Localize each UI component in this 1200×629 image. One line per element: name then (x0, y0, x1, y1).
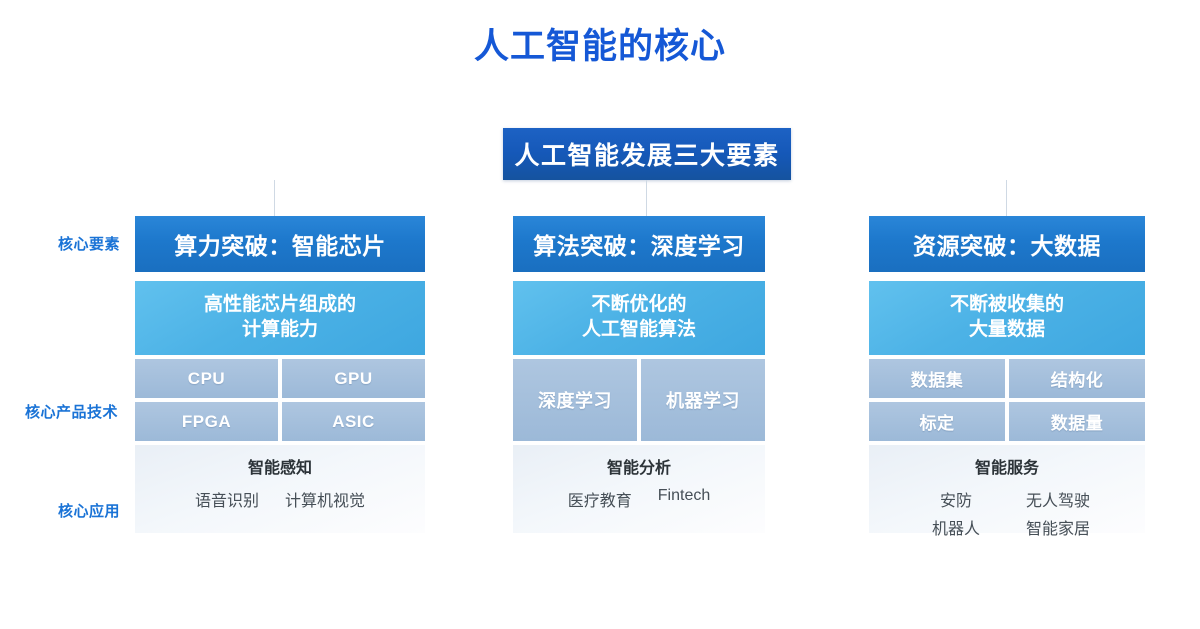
description-line: 高性能芯片组成的 (203, 294, 356, 316)
tech-chip[interactable]: FPGA (135, 402, 278, 441)
application-tag-list: 安防 无人驾驶 机器人 智能家居 (902, 487, 1112, 539)
tech-chip[interactable]: 深度学习 (513, 359, 637, 441)
application-tag-list: 语音识别 计算机视觉 (135, 487, 425, 511)
column-description: 不断优化的 人工智能算法 (513, 281, 765, 355)
application-tag: 安防 (939, 493, 972, 510)
description-line: 计算能力 (241, 319, 318, 340)
application-block: 智能感知 语音识别 计算机视觉 (135, 445, 425, 533)
application-title: 智能分析 (606, 460, 671, 477)
row-label-core-products: 核心产品技术 (24, 404, 118, 421)
application-tag: 医疗教育 (567, 493, 632, 510)
application-tag: 智能家居 (1025, 521, 1090, 538)
application-tag-list: 医疗教育 Fintech (513, 487, 765, 511)
tech-chip[interactable]: GPU (282, 359, 425, 398)
column-header: 算法突破：深度学习 (513, 216, 765, 272)
row-label-core-apps: 核心应用 (57, 503, 120, 520)
application-tag: 机器人 (931, 521, 980, 538)
column-description: 高性能芯片组成的 计算能力 (135, 281, 425, 355)
tech-chip[interactable]: 数据集 (869, 359, 1005, 398)
column-data-resource: 资源突破：大数据 不断被收集的 大量数据 数据集 结构化 标定 数据量 智能服务… (869, 216, 1145, 538)
application-tag: 无人驾驶 (1025, 493, 1090, 510)
banner-label: 人工智能发展三大要素 (514, 142, 780, 170)
banner-three-elements: 人工智能发展三大要素 (503, 128, 791, 180)
description-line: 人工智能算法 (581, 319, 696, 340)
column-header-label: 算法突破：深度学习 (533, 233, 745, 259)
description-line: 不断优化的 (591, 294, 687, 316)
application-title: 智能感知 (247, 460, 312, 477)
application-block: 智能服务 安防 无人驾驶 机器人 智能家居 (869, 445, 1145, 538)
tech-chip[interactable]: 数据量 (1009, 402, 1145, 441)
application-tag: 语音识别 (194, 493, 259, 510)
column-compute-power: 算力突破：智能芯片 高性能芯片组成的 计算能力 CPU GPU FPGA ASI… (135, 216, 425, 533)
column-header-label: 算力突破：智能芯片 (174, 233, 386, 259)
connector-line-left (274, 180, 275, 216)
description-line: 不断被收集的 (949, 294, 1064, 316)
description-line: 大量数据 (968, 319, 1045, 340)
page-title: 人工智能的核心 (473, 27, 726, 66)
tech-chip-grid: 数据集 结构化 标定 数据量 (869, 359, 1145, 441)
connector-line-right (1006, 180, 1007, 216)
application-tag: 计算机视觉 (285, 493, 366, 510)
column-algorithm: 算法突破：深度学习 不断优化的 人工智能算法 深度学习 机器学习 智能分析 医疗… (513, 216, 765, 533)
connector-line-middle (646, 180, 647, 216)
row-label-core-elements: 核心要素 (57, 236, 120, 253)
column-header: 算力突破：智能芯片 (135, 216, 425, 272)
tech-chip-grid: 深度学习 机器学习 (513, 359, 765, 441)
tech-chip[interactable]: 机器学习 (641, 359, 765, 441)
column-description: 不断被收集的 大量数据 (869, 281, 1145, 355)
tech-chip-grid: CPU GPU FPGA ASIC (135, 359, 425, 441)
application-block: 智能分析 医疗教育 Fintech (513, 445, 765, 533)
column-header-label: 资源突破：大数据 (913, 233, 1101, 259)
tech-chip[interactable]: 结构化 (1009, 359, 1145, 398)
tech-chip[interactable]: CPU (135, 359, 278, 398)
column-header: 资源突破：大数据 (869, 216, 1145, 272)
tech-chip[interactable]: 标定 (869, 402, 1005, 441)
application-title: 智能服务 (974, 460, 1039, 477)
tech-chip[interactable]: ASIC (282, 402, 425, 441)
application-tag: Fintech (657, 487, 711, 504)
